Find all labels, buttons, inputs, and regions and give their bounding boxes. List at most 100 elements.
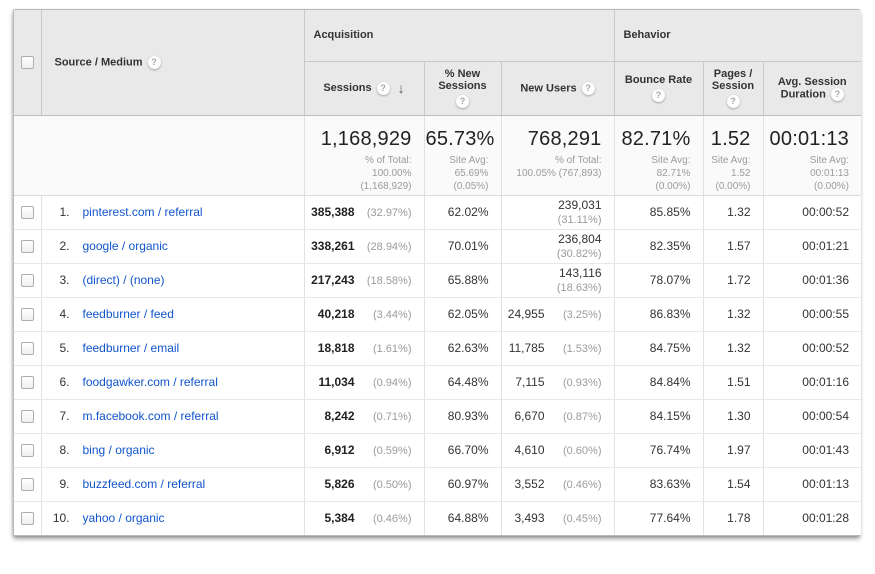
sort-descending-icon[interactable]: ↓: [398, 80, 405, 96]
row-checkbox[interactable]: [21, 512, 34, 525]
pages-session-value: 1.57: [727, 239, 750, 253]
source-medium-label: Source / Medium: [55, 56, 143, 68]
select-all-checkbox[interactable]: [21, 56, 34, 69]
sessions-value: 11,034: [318, 375, 354, 389]
row-checkbox[interactable]: [21, 444, 34, 457]
row-checkbox-cell: [14, 501, 41, 535]
pct-new-sessions-cell: 65.88%: [424, 263, 501, 297]
new-users-cell: 24,955(3.25%): [501, 297, 614, 331]
pct-new-sessions-cell: 64.88%: [424, 501, 501, 535]
row-index: 1.: [48, 205, 70, 219]
col-header-pct-new-sessions[interactable]: % New Sessions?: [424, 61, 501, 115]
pct-new-sessions-value: 70.01%: [448, 239, 489, 253]
bounce-rate-value: 77.64%: [650, 511, 691, 525]
avg-duration-value: 00:00:52: [802, 205, 849, 219]
source-medium-link[interactable]: feedburner / feed: [83, 307, 174, 321]
table-body: 1,168,929 % of Total: 100.00% (1,168,929…: [14, 115, 861, 535]
pages-session-cell: 1.51: [703, 365, 763, 399]
avg-duration-cell: 00:01:16: [763, 365, 861, 399]
summary-sessions: 1,168,929 % of Total: 100.00% (1,168,929…: [304, 115, 424, 195]
source-medium-link[interactable]: (direct) / (none): [83, 273, 165, 287]
source-medium-link[interactable]: m.facebook.com / referral: [83, 409, 219, 423]
avg-duration-cell: 00:00:54: [763, 399, 861, 433]
row-checkbox[interactable]: [21, 240, 34, 253]
summary-new-users: 768,291 % of Total: 100.05% (767,893): [501, 115, 614, 195]
pages-session-value: 1.78: [727, 511, 750, 525]
bounce-rate-cell: 84.84%: [614, 365, 703, 399]
row-checkbox[interactable]: [21, 410, 34, 423]
new-users-value: 11,785: [509, 341, 545, 355]
new-users-percent: (0.60%): [545, 445, 602, 457]
bounce-rate-value: 82.35%: [650, 239, 691, 253]
help-icon[interactable]: ?: [831, 88, 844, 101]
pages-session-cell: 1.97: [703, 433, 763, 467]
sessions-percent: (0.50%): [355, 479, 412, 491]
col-header-pages-session[interactable]: Pages / Session?: [703, 61, 763, 115]
group-header-acquisition: Acquisition: [304, 10, 614, 61]
source-medium-link[interactable]: google / organic: [83, 239, 168, 253]
col-header-avg-duration[interactable]: Avg. Session Duration?: [763, 61, 861, 115]
pages-session-value: 1.32: [727, 205, 750, 219]
help-icon[interactable]: ?: [456, 95, 469, 108]
col-header-source-medium[interactable]: Source / Medium?: [41, 10, 304, 115]
help-icon[interactable]: ?: [727, 95, 740, 108]
source-medium-cell: 8.bing / organic: [41, 433, 304, 467]
table-row: 5.feedburner / email 18,818(1.61%) 62.63…: [14, 331, 861, 365]
new-users-value: 6,670: [514, 409, 544, 423]
bounce-rate-cell: 78.07%: [614, 263, 703, 297]
sessions-percent: (1.61%): [355, 343, 412, 355]
row-checkbox[interactable]: [21, 274, 34, 287]
row-checkbox[interactable]: [21, 342, 34, 355]
avg-duration-cell: 00:01:13: [763, 467, 861, 501]
help-icon[interactable]: ?: [377, 82, 390, 95]
bounce-rate-cell: 84.15%: [614, 399, 703, 433]
new-users-percent: (1.53%): [545, 343, 602, 355]
avg-duration-cell: 00:00:52: [763, 195, 861, 229]
bounce-rate-cell: 82.35%: [614, 229, 703, 263]
pct-new-sessions-value: 62.02%: [448, 205, 489, 219]
table-row: 1. pinterest.com / referral 385,388(32.97…: [14, 195, 861, 229]
avg-duration-cell: 00:01:36: [763, 263, 861, 297]
sessions-cell: 385,388(32.97%): [304, 195, 424, 229]
pct-new-sessions-label: % New Sessions: [438, 68, 486, 92]
row-checkbox[interactable]: [21, 376, 34, 389]
bounce-rate-value: 78.07%: [650, 273, 691, 287]
avg-duration-cell: 00:01:28: [763, 501, 861, 535]
col-header-new-users[interactable]: New Users?: [501, 61, 614, 115]
new-users-value: 143,116: [559, 266, 602, 280]
pct-new-sessions-value: 62.63%: [448, 341, 489, 355]
pct-new-sessions-cell: 66.70%: [424, 433, 501, 467]
table-row: 7.m.facebook.com / referral 8,242(0.71%)…: [14, 399, 861, 433]
new-users-value: 239,031: [558, 198, 601, 212]
source-medium-cell: 6.foodgawker.com / referral: [41, 365, 304, 399]
summary-row: 1,168,929 % of Total: 100.00% (1,168,929…: [14, 115, 861, 195]
pct-new-sessions-value: 65.88%: [448, 273, 489, 287]
sessions-value: 6,912: [324, 443, 354, 457]
source-medium-link[interactable]: foodgawker.com / referral: [83, 375, 218, 389]
row-checkbox[interactable]: [21, 478, 34, 491]
help-icon[interactable]: ?: [148, 56, 161, 69]
source-medium-link[interactable]: pinterest.com / referral: [83, 205, 203, 219]
row-checkbox-cell: [14, 297, 41, 331]
avg-duration-value: 00:01:16: [802, 375, 849, 389]
row-checkbox[interactable]: [21, 308, 34, 321]
new-users-percent: (0.87%): [545, 411, 602, 423]
help-icon[interactable]: ?: [652, 89, 665, 102]
source-medium-link[interactable]: yahoo / organic: [83, 511, 165, 525]
row-index: 10.: [48, 511, 70, 525]
row-checkbox[interactable]: [21, 206, 34, 219]
avg-duration-cell: 00:01:43: [763, 433, 861, 467]
help-icon[interactable]: ?: [582, 82, 595, 95]
source-medium-link[interactable]: feedburner / email: [83, 341, 180, 355]
source-medium-link[interactable]: bing / organic: [83, 443, 155, 457]
pct-new-sessions-value: 62.05%: [448, 307, 489, 321]
new-users-value: 24,955: [508, 307, 545, 321]
bounce-rate-value: 84.15%: [650, 409, 691, 423]
source-medium-link[interactable]: buzzfeed.com / referral: [83, 477, 206, 491]
sessions-value: 5,826: [324, 477, 354, 491]
col-header-bounce-rate[interactable]: Bounce Rate?: [614, 61, 703, 115]
sessions-label: Sessions: [323, 82, 371, 94]
col-header-sessions[interactable]: Sessions? ↓: [304, 61, 424, 115]
row-index: 9.: [48, 477, 70, 491]
new-users-percent: (30.82%): [545, 248, 602, 260]
